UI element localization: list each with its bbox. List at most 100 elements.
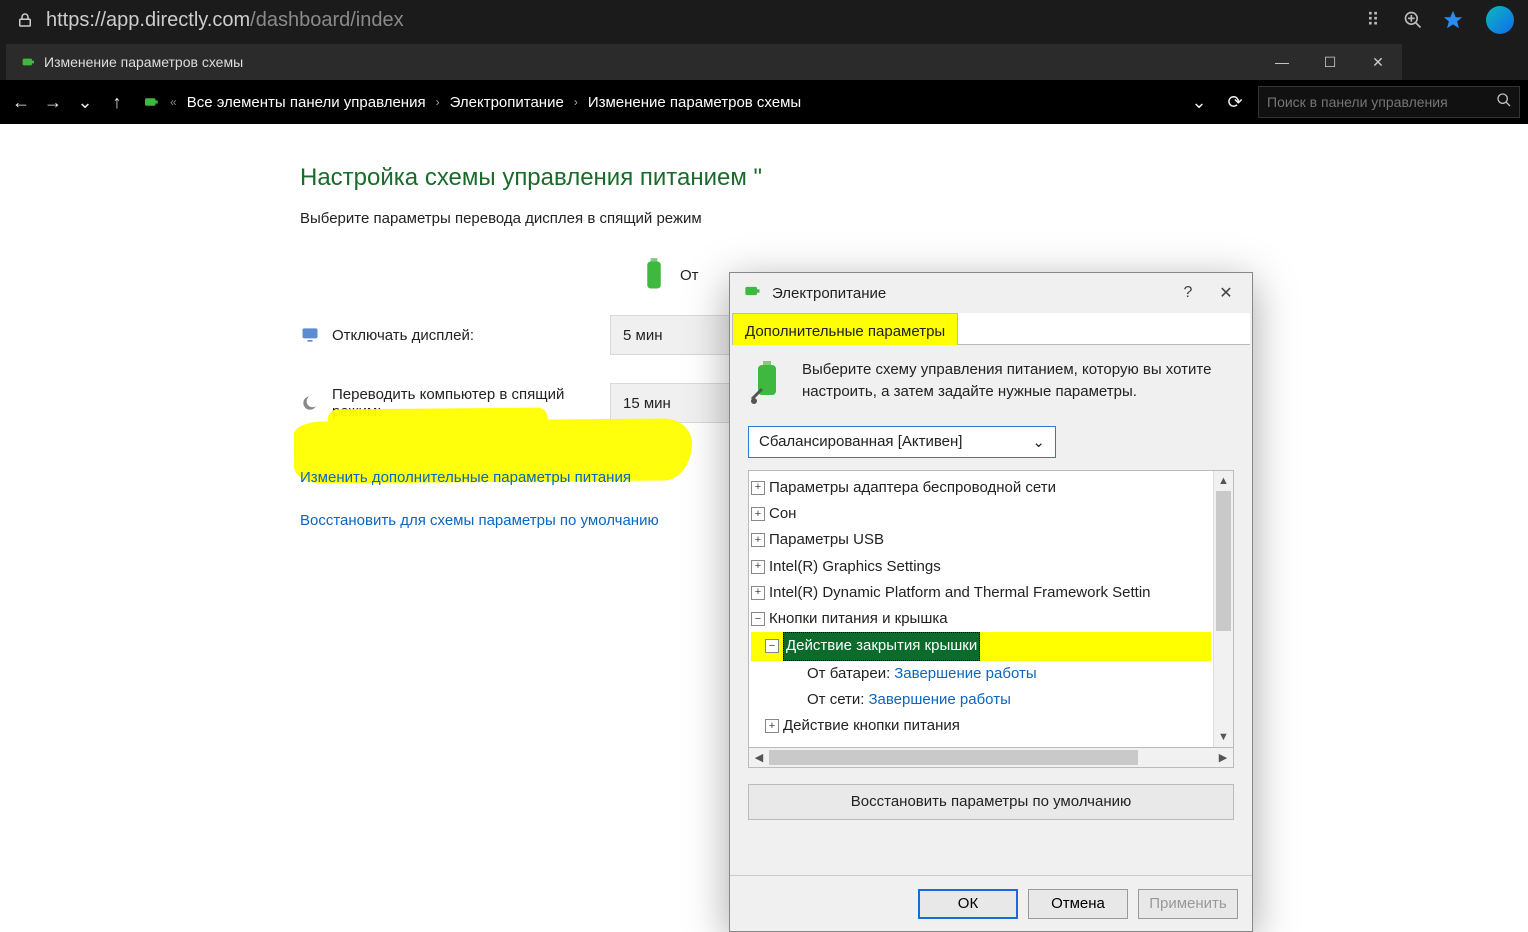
restore-defaults-button[interactable]: Восстановить параметры по умолчанию	[748, 784, 1234, 820]
power-plan-value: Сбалансированная [Активен]	[759, 433, 962, 450]
battery-plug-icon	[748, 359, 788, 412]
page-content: Настройка схемы управления питанием " Вы…	[0, 124, 1528, 924]
expand-icon[interactable]: +	[751, 507, 765, 521]
page-title: Настройка схемы управления питанием "	[300, 164, 1528, 192]
tree-node-label: Действие закрытия крышки	[783, 632, 980, 660]
dialog-tabstrip: Дополнительные параметры	[732, 313, 1250, 345]
page-description: Выберите параметры перевода дисплея в сп…	[300, 210, 1528, 227]
horizontal-scrollbar[interactable]: ◀ ▶	[748, 748, 1234, 768]
window-close-button[interactable]: ✕	[1354, 44, 1402, 80]
refresh-icon[interactable]: ⟳	[1222, 89, 1248, 115]
window-minimize-button[interactable]: —	[1258, 44, 1306, 80]
nav-recent-dropdown[interactable]: ⌄	[72, 89, 98, 115]
breadcrumb-mid[interactable]: Электропитание	[450, 94, 564, 111]
tree-node-lid-close[interactable]: −Действие закрытия крышки	[751, 632, 1211, 660]
link-restore-defaults[interactable]: Восстановить для схемы параметры по умол…	[300, 512, 659, 529]
help-button[interactable]: ?	[1174, 284, 1202, 302]
settings-tree: + Параметры адаптера беспроводной сети + С…	[748, 470, 1234, 748]
translate-icon[interactable]: ⠿	[1362, 9, 1384, 31]
tree-node-label: Параметры адаптера беспроводной сети	[769, 475, 1056, 501]
tree-node-intel-graphics[interactable]: + Intel(R) Graphics Settings	[751, 554, 1211, 580]
scroll-down-icon[interactable]: ▼	[1214, 727, 1233, 747]
expand-icon[interactable]: +	[751, 533, 765, 547]
breadcrumb-leaf[interactable]: Изменение параметров схемы	[588, 94, 801, 111]
settings-tree-inner[interactable]: + Параметры адаптера беспроводной сети + С…	[749, 471, 1213, 747]
apply-button[interactable]: Применить	[1138, 889, 1238, 919]
restore-defaults-label: Восстановить параметры по умолчанию	[851, 793, 1131, 810]
link-advanced-settings[interactable]: Изменить дополнительные параметры питани…	[300, 469, 631, 486]
dialog-intro: Выберите схему управления питанием, кото…	[748, 359, 1234, 412]
chevron-right-icon: ›	[574, 95, 578, 109]
tree-node-intel-dptf[interactable]: + Intel(R) Dynamic Platform and Thermal F…	[751, 580, 1211, 606]
favorite-star-icon[interactable]	[1442, 9, 1464, 31]
battery-icon	[742, 281, 762, 305]
nav-back-button[interactable]: ←	[8, 89, 34, 115]
active-tab[interactable]: Изменение параметров схемы — ☐ ✕	[6, 44, 1402, 80]
nav-up-button[interactable]: ↑	[104, 89, 130, 115]
chevron-down-icon: ⌄	[1032, 433, 1045, 451]
expand-icon[interactable]: +	[751, 481, 765, 495]
search-box[interactable]	[1258, 86, 1520, 118]
row-display-off-text: Отключать дисплей:	[332, 327, 474, 344]
breadcrumb-dropdown-icon[interactable]: ⌄	[1186, 89, 1212, 115]
tree-node-sleep[interactable]: + Сон	[751, 501, 1211, 527]
search-input[interactable]	[1259, 87, 1489, 117]
profile-avatar-icon[interactable]	[1486, 6, 1514, 34]
tree-leaf-label: От батареи:	[807, 661, 890, 687]
tree-node-label: Параметры USB	[769, 527, 884, 553]
expand-icon[interactable]: +	[765, 719, 779, 733]
tree-leaf-label: От сети:	[807, 687, 864, 713]
collapse-icon[interactable]: −	[751, 612, 765, 626]
lock-icon	[16, 11, 34, 29]
tree-node-label: Intel(R) Graphics Settings	[769, 554, 941, 580]
url-text[interactable]: https://app.directly.com/dashboard/index	[46, 9, 404, 32]
tree-leaf-value[interactable]: Завершение работы	[894, 661, 1036, 687]
cancel-button[interactable]: Отмена	[1028, 889, 1128, 919]
dialog-body: Выберите схему управления питанием, кото…	[730, 345, 1252, 875]
scroll-thumb[interactable]	[1216, 491, 1231, 631]
battery-icon	[20, 54, 36, 70]
vertical-scrollbar[interactable]: ▲ ▼	[1213, 471, 1233, 747]
tab-title: Изменение параметров схемы	[44, 54, 243, 70]
url-host: https://app.directly.com	[46, 9, 250, 31]
scroll-left-icon[interactable]: ◀	[749, 751, 769, 764]
breadcrumb: Все элементы панели управления › Электро…	[187, 94, 802, 111]
row-display-off-label: Отключать дисплей:	[300, 325, 610, 345]
power-plan-select[interactable]: Сбалансированная [Активен] ⌄	[748, 426, 1056, 458]
tree-node-label: Intel(R) Dynamic Platform and Thermal Fr…	[769, 580, 1151, 606]
nav-forward-button[interactable]: →	[40, 89, 66, 115]
tree-node-wireless[interactable]: + Параметры адаптера беспроводной сети	[751, 475, 1211, 501]
column-header-battery-label: От	[680, 267, 699, 284]
collapse-icon[interactable]: −	[765, 639, 779, 653]
search-icon[interactable]	[1489, 92, 1519, 112]
expand-icon[interactable]: +	[751, 560, 765, 574]
ok-button[interactable]: ОК	[918, 889, 1018, 919]
dialog-title: Электропитание	[772, 285, 886, 302]
zoom-icon[interactable]	[1402, 9, 1424, 31]
row-display-off-value: 5 мин	[623, 327, 663, 344]
dialog-close-button[interactable]: ✕	[1212, 283, 1240, 303]
breadcrumb-root[interactable]: Все элементы панели управления	[187, 94, 426, 111]
tree-node-power-button-action[interactable]: + Действие кнопки питания	[751, 713, 1211, 739]
scroll-thumb[interactable]	[769, 750, 1138, 765]
tree-leaf-on-ac[interactable]: От сети: Завершение работы	[751, 687, 1211, 713]
tree-node-usb[interactable]: + Параметры USB	[751, 527, 1211, 553]
tree-leaf-value[interactable]: Завершение работы	[868, 687, 1010, 713]
tree-node-label: Сон	[769, 501, 796, 527]
scroll-right-icon[interactable]: ▶	[1213, 751, 1233, 764]
scroll-track[interactable]	[769, 748, 1213, 767]
tree-leaf-on-battery[interactable]: От батареи: Завершение работы	[751, 661, 1211, 687]
url-path: /dashboard/index	[250, 9, 403, 31]
row-sleep-value: 15 мин	[623, 395, 671, 412]
window-maximize-button[interactable]: ☐	[1306, 44, 1354, 80]
tab-strip: Изменение параметров схемы — ☐ ✕	[0, 40, 1528, 80]
dialog-titlebar: Электропитание ? ✕	[730, 273, 1252, 313]
expand-icon[interactable]: +	[751, 586, 765, 600]
dialog-footer: ОК Отмена Применить	[730, 875, 1252, 931]
tree-node-power-buttons[interactable]: −Кнопки питания и крышка	[751, 606, 1211, 632]
tab-advanced-params[interactable]: Дополнительные параметры	[732, 313, 958, 345]
moon-icon	[300, 393, 320, 413]
scroll-up-icon[interactable]: ▲	[1214, 471, 1233, 491]
battery-icon	[142, 93, 160, 111]
tree-node-label: Действие кнопки питания	[783, 713, 960, 739]
